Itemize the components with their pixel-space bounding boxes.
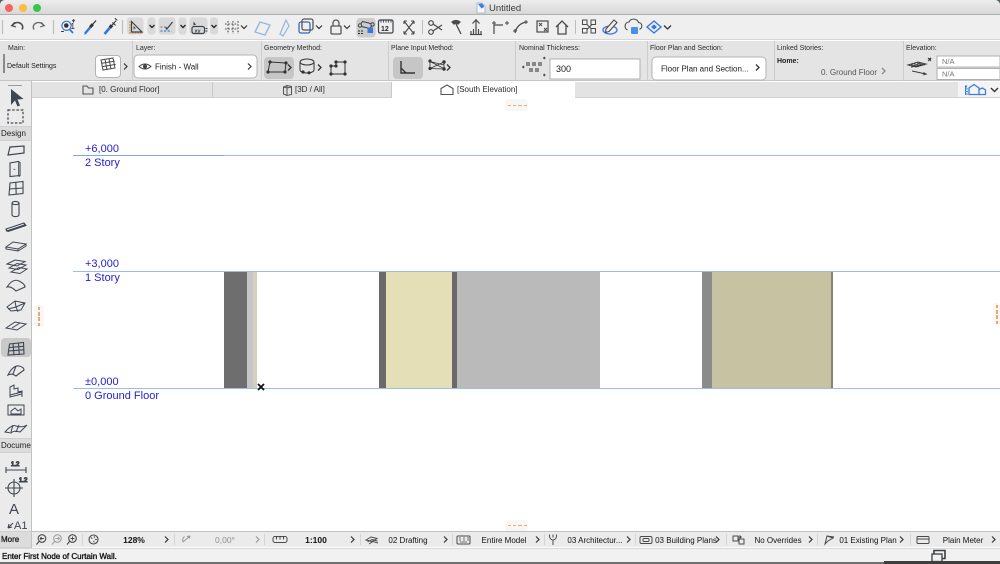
- svg-text:N/A: N/A: [942, 57, 955, 66]
- svg-text:1.2: 1.2: [11, 462, 20, 468]
- svg-text:1:100: 1:100: [305, 535, 327, 545]
- svg-text:A: A: [9, 501, 19, 518]
- svg-text:Home:: Home:: [777, 58, 799, 65]
- svg-text:Plain Meter: Plain Meter: [943, 536, 984, 545]
- svg-text:A1: A1: [14, 520, 27, 532]
- svg-text:N/A: N/A: [942, 70, 955, 79]
- svg-text:1: 1: [71, 22, 76, 31]
- svg-text:01 Existing Plan: 01 Existing Plan: [839, 536, 896, 545]
- svg-text:03 Architectur...: 03 Architectur...: [567, 536, 622, 545]
- svg-text:12: 12: [381, 26, 389, 33]
- svg-text:0. Ground Floor: 0. Ground Floor: [821, 68, 877, 77]
- svg-text:Finish - Wall: Finish - Wall: [155, 63, 199, 72]
- svg-text:Floor Plan and Section...: Floor Plan and Section...: [661, 65, 749, 74]
- svg-text:128%: 128%: [123, 535, 145, 545]
- svg-text:300: 300: [556, 64, 571, 74]
- svg-text:xy: xy: [195, 29, 202, 35]
- svg-text:03 Building Plans: 03 Building Plans: [655, 536, 717, 545]
- svg-text:02 Drafting: 02 Drafting: [388, 536, 427, 545]
- svg-text:1.2: 1.2: [19, 478, 28, 484]
- svg-text:No Overrides: No Overrides: [754, 536, 801, 545]
- svg-text:Entire Model: Entire Model: [482, 536, 527, 545]
- svg-text:0,00°: 0,00°: [215, 535, 235, 545]
